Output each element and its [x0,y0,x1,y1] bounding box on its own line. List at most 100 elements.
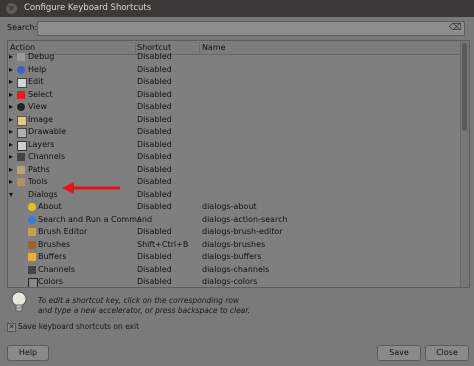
channels-icon [17,153,25,161]
tree-row[interactable]: ▸ Paths Disabled [8,164,460,177]
expand-icon[interactable]: ▸ [9,90,15,99]
row-action: View [28,102,47,111]
row-shortcut[interactable]: Disabled [137,152,172,161]
row-shortcut[interactable]: Disabled [137,227,172,236]
row-action: Select [28,89,53,99]
row-shortcut[interactable]: Disabled [137,165,172,174]
layers-icon [17,140,27,151]
tree-row[interactable]: Channels Disabled dialogs-channels [8,264,460,277]
row-shortcut[interactable]: / [137,215,140,224]
search-input[interactable]: ⌫ [37,21,465,36]
expand-icon[interactable]: ▸ [9,165,15,174]
row-action: Buffers [38,252,67,261]
tree-row[interactable]: Buffers Disabled dialogs-buffers [8,251,460,264]
expand-icon[interactable]: ▸ [9,127,15,136]
brush-editor-icon [28,228,36,236]
expand-icon[interactable]: ▸ [9,115,15,124]
row-action: Paths [28,164,50,174]
row-shortcut[interactable]: Shift+Ctrl+B [137,240,188,249]
row-action: Colors [38,277,64,286]
row-shortcut[interactable]: Disabled [137,52,172,61]
hint-line-2: and type a new accelerator, or press bac… [38,306,251,315]
expand-icon[interactable]: ▸ [9,140,15,149]
tree-row[interactable]: ▸ Layers Disabled [8,139,460,152]
row-shortcut[interactable]: Disabled [137,90,172,99]
window-title: Configure Keyboard Shortcuts [24,3,152,13]
save-button[interactable]: Save [377,345,421,361]
row-shortcut[interactable]: Disabled [137,252,172,261]
expand-icon[interactable]: ▸ [9,102,15,111]
row-shortcut[interactable]: Disabled [137,177,172,186]
tree-row[interactable]: Brush Editor Disabled dialogs-brush-editor [8,226,460,239]
save-on-exit-checkbox[interactable]: ✕ [7,323,16,332]
red-arrow-annotation [62,182,120,194]
row-shortcut[interactable]: Disabled [137,265,172,274]
row-shortcut[interactable]: Disabled [137,277,172,286]
brushes-icon [28,240,36,249]
tree-row[interactable]: ▸ Help Disabled [8,64,460,77]
tree-row[interactable]: Colors Disabled dialogs-colors [8,276,460,287]
row-name: dialogs-channels [202,264,270,274]
row-shortcut[interactable]: Disabled [137,115,172,124]
expand-icon[interactable]: ▸ [9,177,15,186]
tree-row[interactable]: ▸ Drawable Disabled [8,126,460,139]
shortcuts-tree[interactable]: Action Shortcut Name ▸ Debug Disabled ▸ Help… [7,40,470,288]
expand-icon[interactable]: ▸ [9,65,15,74]
debug-icon [17,53,25,61]
expand-icon[interactable]: ▸ [9,52,15,61]
row-action: Brushes [38,239,71,249]
hint-text: To edit a shortcut key, click on the cor… [38,296,250,316]
row-shortcut[interactable]: Disabled [137,65,172,74]
clear-search-icon[interactable]: ⌫ [449,23,462,33]
search-run-icon [28,215,36,224]
tree-rows: ▸ Debug Disabled ▸ Help Disabled ▸ Edit Disabled… [8,51,460,287]
scrollbar-thumb[interactable] [462,43,467,131]
help-icon [17,65,25,74]
tree-row[interactable]: About Disabled dialogs-about [8,201,460,214]
tree-row[interactable]: ▸ Edit Disabled [8,76,460,89]
row-name: dialogs-buffers [202,252,262,261]
close-window-icon[interactable]: ✕ [6,3,17,14]
select-icon [17,90,25,99]
title-bar: ✕ Configure Keyboard Shortcuts [0,0,474,17]
row-action: Channels [28,152,66,161]
row-shortcut[interactable]: Disabled [137,102,172,111]
tree-row[interactable]: ▸ View Disabled [8,101,460,114]
row-name: dialogs-brushes [202,239,266,249]
tree-row[interactable]: Search and Run a Command / dialogs-action-… [8,214,460,227]
vertical-scrollbar[interactable] [460,41,469,287]
row-shortcut[interactable]: Disabled [137,190,172,199]
row-name: dialogs-colors [202,277,258,286]
expand-icon[interactable]: ▸ [9,152,15,161]
lightbulb-icon [11,291,27,312]
view-icon [17,103,25,111]
hint-line-1: To edit a shortcut key, click on the cor… [38,296,240,305]
row-action: Dialogs [28,189,58,199]
tree-row[interactable]: ▸ Debug Disabled [8,51,460,64]
drawable-icon [17,128,27,138]
help-button[interactable]: Help [7,345,49,361]
tree-row[interactable]: Brushes Shift+Ctrl+B dialogs-brushes [8,239,460,252]
edit-icon [17,78,27,88]
close-button[interactable]: Close [425,345,469,361]
row-action: Image [28,114,54,124]
expand-icon[interactable]: ▸ [9,77,15,86]
collapse-icon[interactable]: ▾ [9,190,15,199]
tree-row[interactable]: ▸ Channels Disabled [8,151,460,164]
row-action: Edit [28,77,44,86]
row-shortcut[interactable]: Disabled [137,140,172,149]
row-shortcut[interactable]: Disabled [137,202,172,211]
row-shortcut[interactable]: Disabled [137,77,172,86]
about-icon [28,203,36,211]
tree-row[interactable]: ▸ Image Disabled [8,114,460,127]
row-action: Search and Run a Command [38,214,153,224]
tools-icon [17,178,25,186]
tree-row[interactable]: ▸ Select Disabled [8,89,460,102]
row-action: Tools [28,177,48,186]
save-on-exit-label[interactable]: Save keyboard shortcuts on exit [18,322,139,331]
row-action: Layers [28,139,55,149]
channels-icon [28,265,36,274]
row-shortcut[interactable]: Disabled [137,127,172,136]
row-action: Channels [38,264,76,274]
buffers-icon [28,253,36,261]
